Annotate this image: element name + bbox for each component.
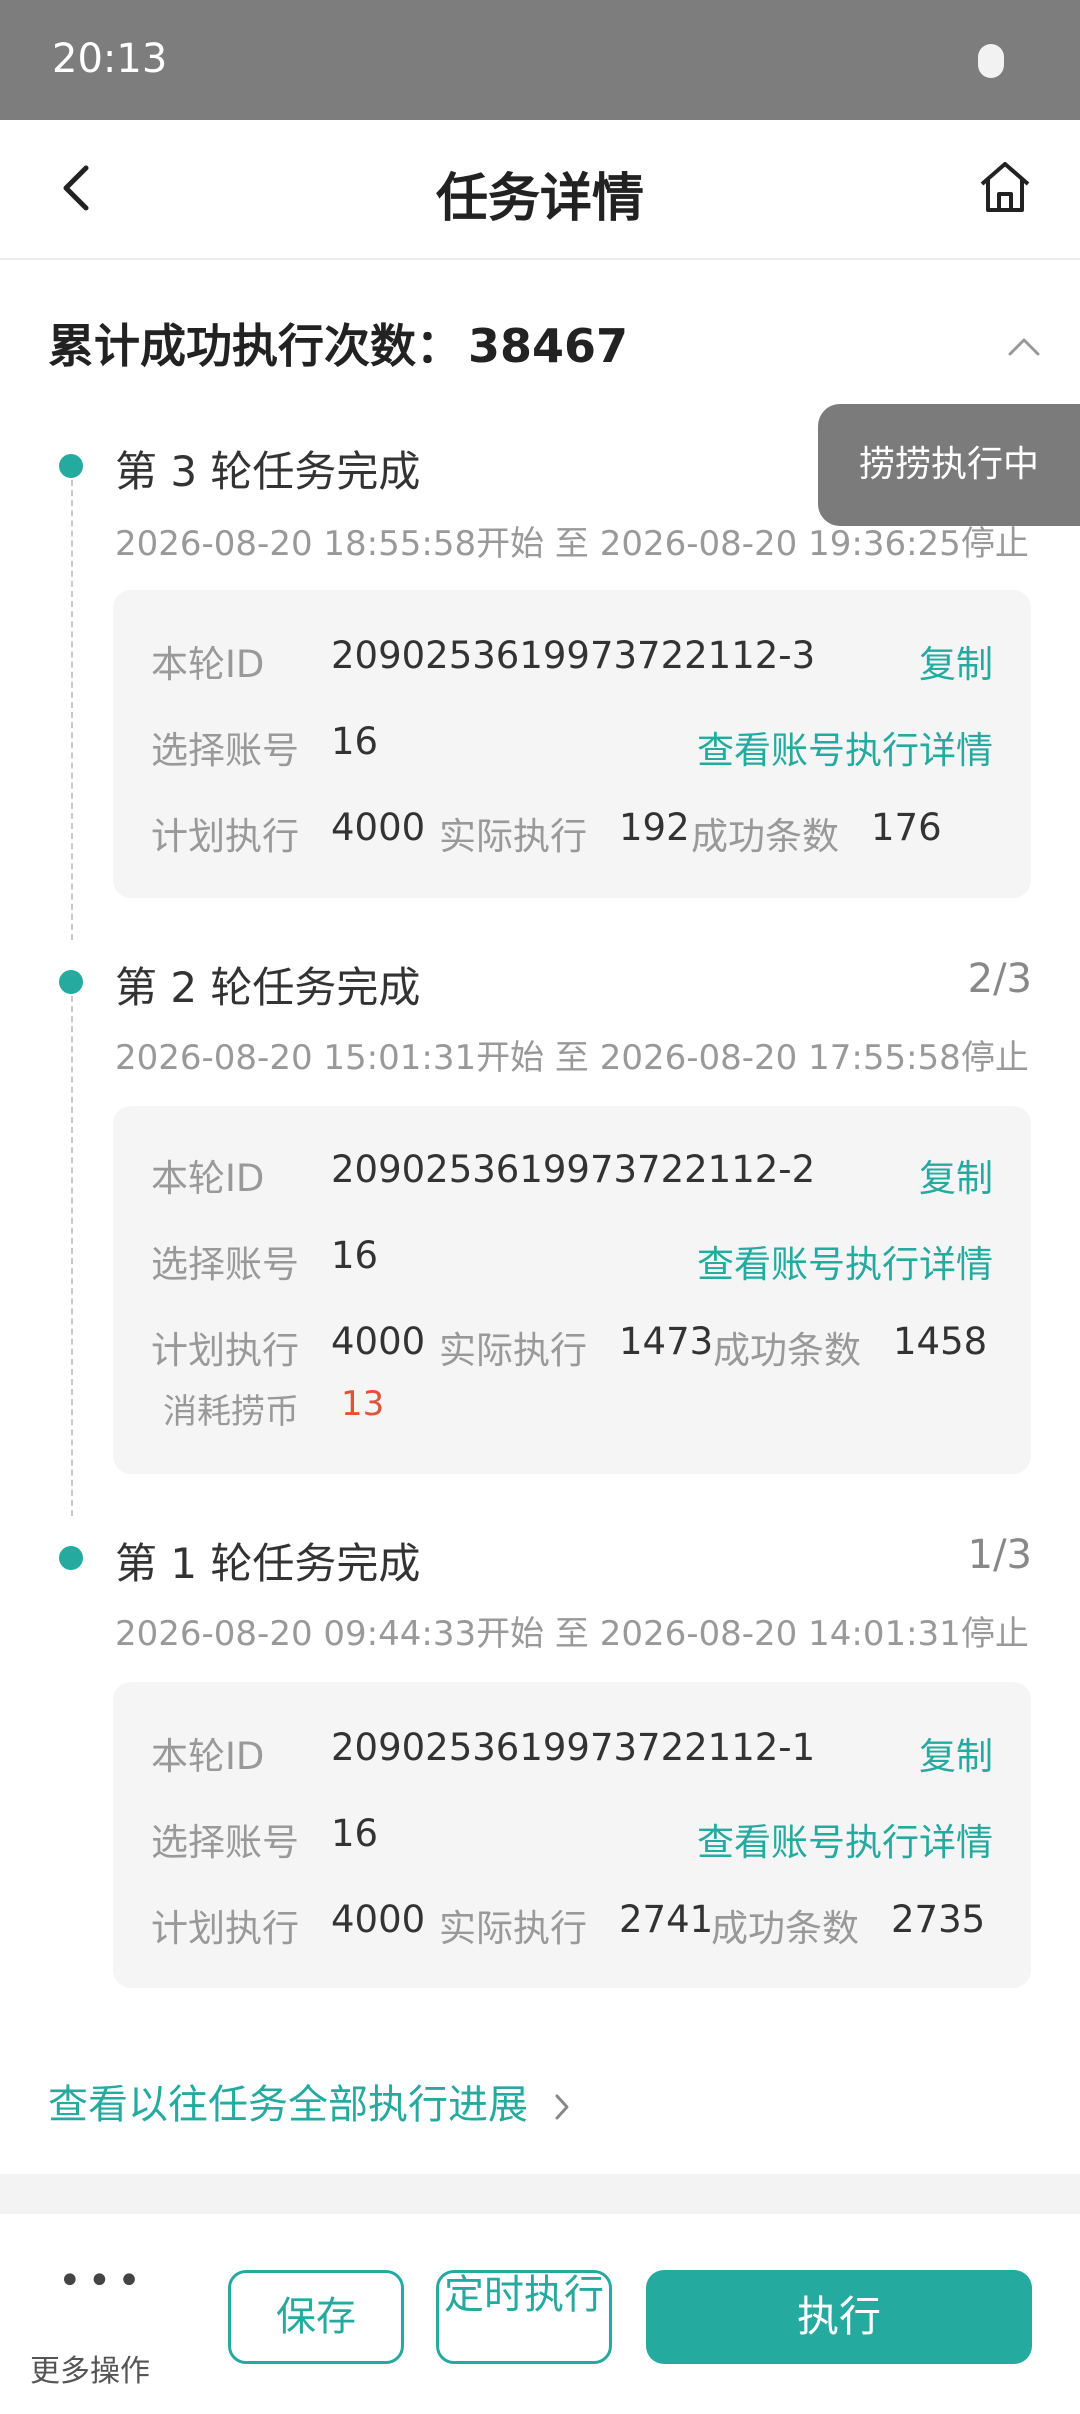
history-link-label: 查看以往任务全部执行进展	[48, 2082, 528, 2128]
run-button[interactable]: 执行	[646, 2270, 1032, 2364]
running-status-tooltip: 捞捞执行中	[818, 404, 1080, 526]
round-id-value: 2090253619973722112-1	[331, 1726, 816, 1769]
summary-count: 38467	[468, 319, 629, 373]
account-value: 16	[331, 720, 379, 763]
round-id-value: 2090253619973722112-2	[331, 1148, 816, 1191]
account-detail-link[interactable]: 查看账号执行详情	[697, 720, 993, 774]
section-divider	[0, 2174, 1080, 2214]
account-label: 选择账号	[151, 1243, 299, 1286]
timeline-dot	[59, 1546, 83, 1570]
round-time-range: 2026-08-20 09:44:33开始 至 2026-08-20 14:01…	[115, 1614, 1029, 1654]
bottom-action-bar: ••• 更多操作 保存 定时执行 执行	[0, 2214, 1080, 2414]
timeline-dot	[59, 970, 83, 994]
plan-value: 4000	[331, 1898, 426, 1941]
success-value: 2735	[891, 1898, 986, 1941]
account-label: 选择账号	[151, 1821, 299, 1864]
round-card: 本轮ID 20902536199737221​12-3 复制 选择账号 16 查…	[113, 590, 1031, 898]
cost-value: 13	[341, 1384, 385, 1424]
status-bar: 20:13	[0, 0, 1080, 120]
account-detail-link[interactable]: 查看账号执行详情	[697, 1234, 993, 1288]
cost-label: 消耗捞币	[163, 1392, 299, 1432]
timeline-connector	[71, 480, 73, 940]
round-card: 本轮ID 2090253619973722112-2 复制 选择账号 16 查看…	[113, 1106, 1031, 1474]
page-title: 任务详情	[435, 169, 644, 229]
copy-button[interactable]: 复制	[919, 1726, 993, 1780]
actual-label: 实际执行	[439, 815, 587, 858]
actual-value: 1473	[619, 1320, 714, 1363]
status-time: 20:13	[52, 36, 168, 82]
account-detail-link[interactable]: 查看账号执行详情	[697, 1812, 993, 1866]
actual-label: 实际执行	[439, 1329, 587, 1372]
account-label: 选择账号	[151, 729, 299, 772]
success-value: 1458	[893, 1320, 988, 1363]
round-id-label: 本轮ID	[151, 1157, 265, 1200]
round-id-label: 本轮ID	[151, 643, 265, 686]
plan-label: 计划执行	[151, 815, 299, 858]
copy-button[interactable]: 复制	[919, 634, 993, 688]
round-id-value: 20902536199737221​12-3	[331, 634, 816, 677]
round-time-range: 2026-08-20 15:01:31开始 至 2026-08-20 17:55…	[115, 1038, 1029, 1078]
cumulative-success-summary: 累计成功执行次数： 38467	[48, 310, 628, 376]
round-card: 本轮ID 2090253619973722112-1 复制 选择账号 16 查看…	[113, 1682, 1031, 1988]
round-progress: 2/3	[967, 956, 1032, 1002]
round-title: 第 2 轮任务完成	[115, 963, 421, 1012]
plan-label: 计划执行	[151, 1907, 299, 1950]
actual-label: 实际执行	[439, 1907, 587, 1950]
actual-value: 192	[619, 806, 690, 849]
more-dots-icon: •••	[58, 2258, 147, 2304]
home-icon[interactable]	[972, 154, 1038, 220]
account-value: 16	[331, 1234, 379, 1277]
timeline-connector	[71, 996, 73, 1516]
header: 任务详情	[0, 120, 1080, 260]
success-label: 成功条数	[691, 815, 839, 858]
round-title: 第 3 轮任务完成	[115, 447, 421, 496]
chevron-right-icon	[555, 2094, 569, 2120]
history-progress-link[interactable]: 查看以往任务全部执行进展	[48, 2072, 573, 2130]
plan-label: 计划执行	[151, 1329, 299, 1372]
round-id-label: 本轮ID	[151, 1735, 265, 1778]
round-progress: 1/3	[967, 1532, 1032, 1578]
success-value: 176	[871, 806, 942, 849]
account-value: 16	[331, 1812, 379, 1855]
actual-value: 2741	[619, 1898, 714, 1941]
success-label: 成功条数	[711, 1907, 859, 1950]
plan-value: 4000	[331, 806, 426, 849]
status-indicator-icon	[978, 44, 1004, 78]
copy-button[interactable]: 复制	[919, 1148, 993, 1202]
success-label: 成功条数	[713, 1329, 861, 1372]
save-button[interactable]: 保存	[228, 2270, 404, 2364]
summary-label: 累计成功执行次数：	[48, 319, 462, 373]
round-title: 第 1 轮任务完成	[115, 1539, 421, 1588]
scheduled-run-button[interactable]: 定时执行	[436, 2270, 612, 2364]
more-actions-label: 更多操作	[30, 2354, 150, 2389]
chevron-up-icon[interactable]	[1004, 330, 1044, 360]
timeline-dot	[59, 454, 83, 478]
plan-value: 4000	[331, 1320, 426, 1363]
